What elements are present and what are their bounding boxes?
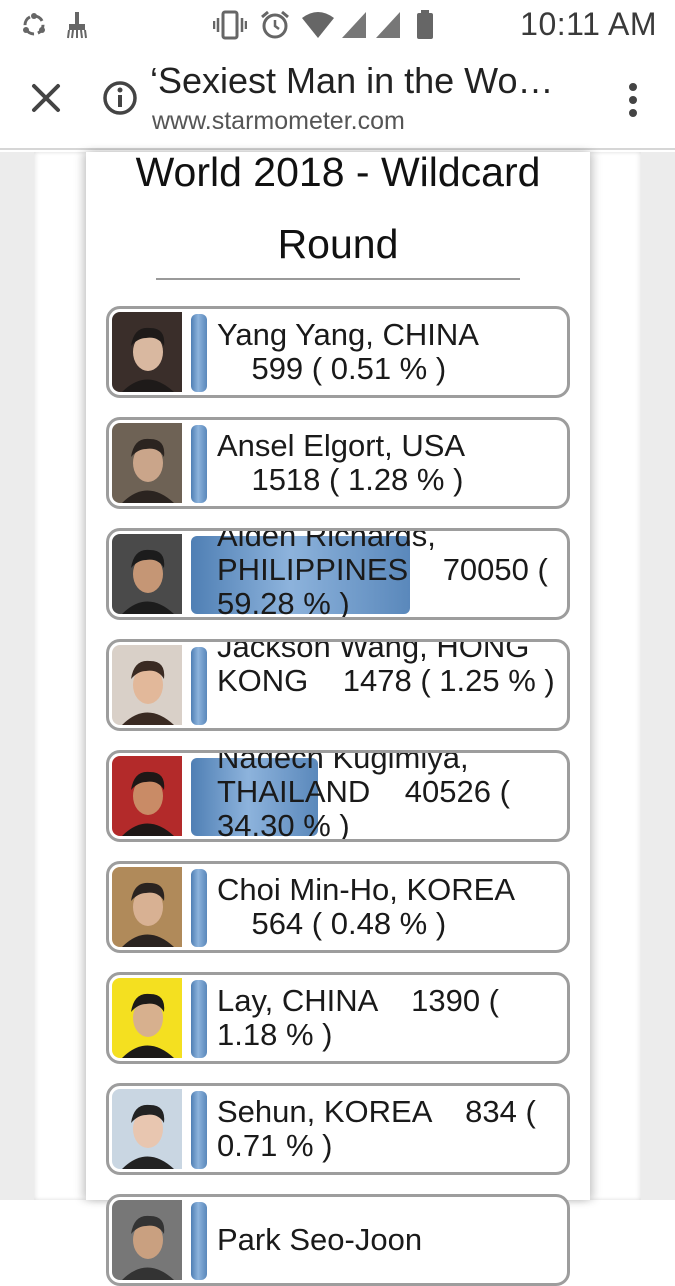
candidate-option[interactable]: Park Seo-Joon [106,1194,570,1286]
candidate-label: Choi Min-Ho, KOREA 564 ( 0.48 % ) [217,872,516,941]
candidate-label: Sehun, KOREA 834 ( 0.71 % ) [217,1094,545,1163]
candidate-photo [112,645,182,725]
candidate-label: Yang Yang, CHINA 599 ( 0.51 % ) [217,317,479,386]
poll-title: World 2018 - Wildcard Round [135,149,541,267]
candidate-label: Alden Richards, PHILIPPINES 70050 ( 59.2… [217,528,557,620]
status-time: 10:11 AM [520,6,657,42]
poll-card: World 2018 - Wildcard Round Yang Yang, C… [86,149,590,1286]
info-icon[interactable] [102,80,138,116]
candidate-option[interactable]: Lay, CHINA 1390 ( 1.18 % ) [106,972,570,1064]
vote-share-bar [191,980,207,1058]
candidate-option[interactable]: Yang Yang, CHINA 599 ( 0.51 % ) [106,306,570,398]
candidate-option[interactable]: Nadech Kugimiya, THAILAND 40526 ( 34.30 … [106,750,570,842]
candidate-photo [112,978,182,1058]
close-icon[interactable] [26,78,66,118]
vibrate-icon [213,10,247,40]
candidate-label: Nadech Kugimiya, THAILAND 40526 ( 34.30 … [217,750,519,842]
cleaner-icon [67,12,87,39]
candidate-photo [112,423,182,503]
page-url: www.starmometer.com [152,107,405,135]
candidate-photo [112,312,182,392]
candidate-photo [112,534,182,614]
candidate-option[interactable]: Sehun, KOREA 834 ( 0.71 % ) [106,1083,570,1175]
candidate-photo [112,756,182,836]
candidate-label: Park Seo-Joon [217,1222,423,1257]
alarm-icon [261,10,289,39]
candidate-option[interactable]: Choi Min-Ho, KOREA 564 ( 0.48 % ) [106,861,570,953]
candidate-photo [112,1200,182,1280]
candidate-option[interactable]: Alden Richards, PHILIPPINES 70050 ( 59.2… [106,528,570,620]
vote-share-bar [191,425,207,503]
candidate-option[interactable]: Ansel Elgort, USA 1518 ( 1.28 % ) [106,417,570,509]
more-vert-icon[interactable] [618,80,648,120]
vote-share-bar [191,869,207,947]
signal-icon [342,12,366,38]
vote-share-bar [191,1091,207,1169]
vote-share-bar [191,314,207,392]
browser-toolbar: ‘Sexiest Man in the Wo… www.starmometer.… [0,50,675,150]
status-bar: 10:11 AM [0,0,675,50]
candidate-label: Ansel Elgort, USA 1518 ( 1.28 % ) [217,428,466,497]
battery-icon [417,10,433,39]
wifi-icon [302,12,334,38]
candidate-label: Jackson Wang, HONG KONG 1478 ( 1.25 % ) [217,639,555,698]
signal-icon [376,12,400,38]
sync-icon [23,13,45,36]
title-divider [156,278,520,280]
candidate-label: Lay, CHINA 1390 ( 1.18 % ) [217,983,508,1052]
candidate-photo [112,1089,182,1169]
page-title: ‘Sexiest Man in the Wo… [150,60,554,101]
candidate-option[interactable]: Jackson Wang, HONG KONG 1478 ( 1.25 % ) [106,639,570,731]
vote-share-bar [191,1202,207,1280]
vote-share-bar [191,647,207,725]
candidate-photo [112,867,182,947]
